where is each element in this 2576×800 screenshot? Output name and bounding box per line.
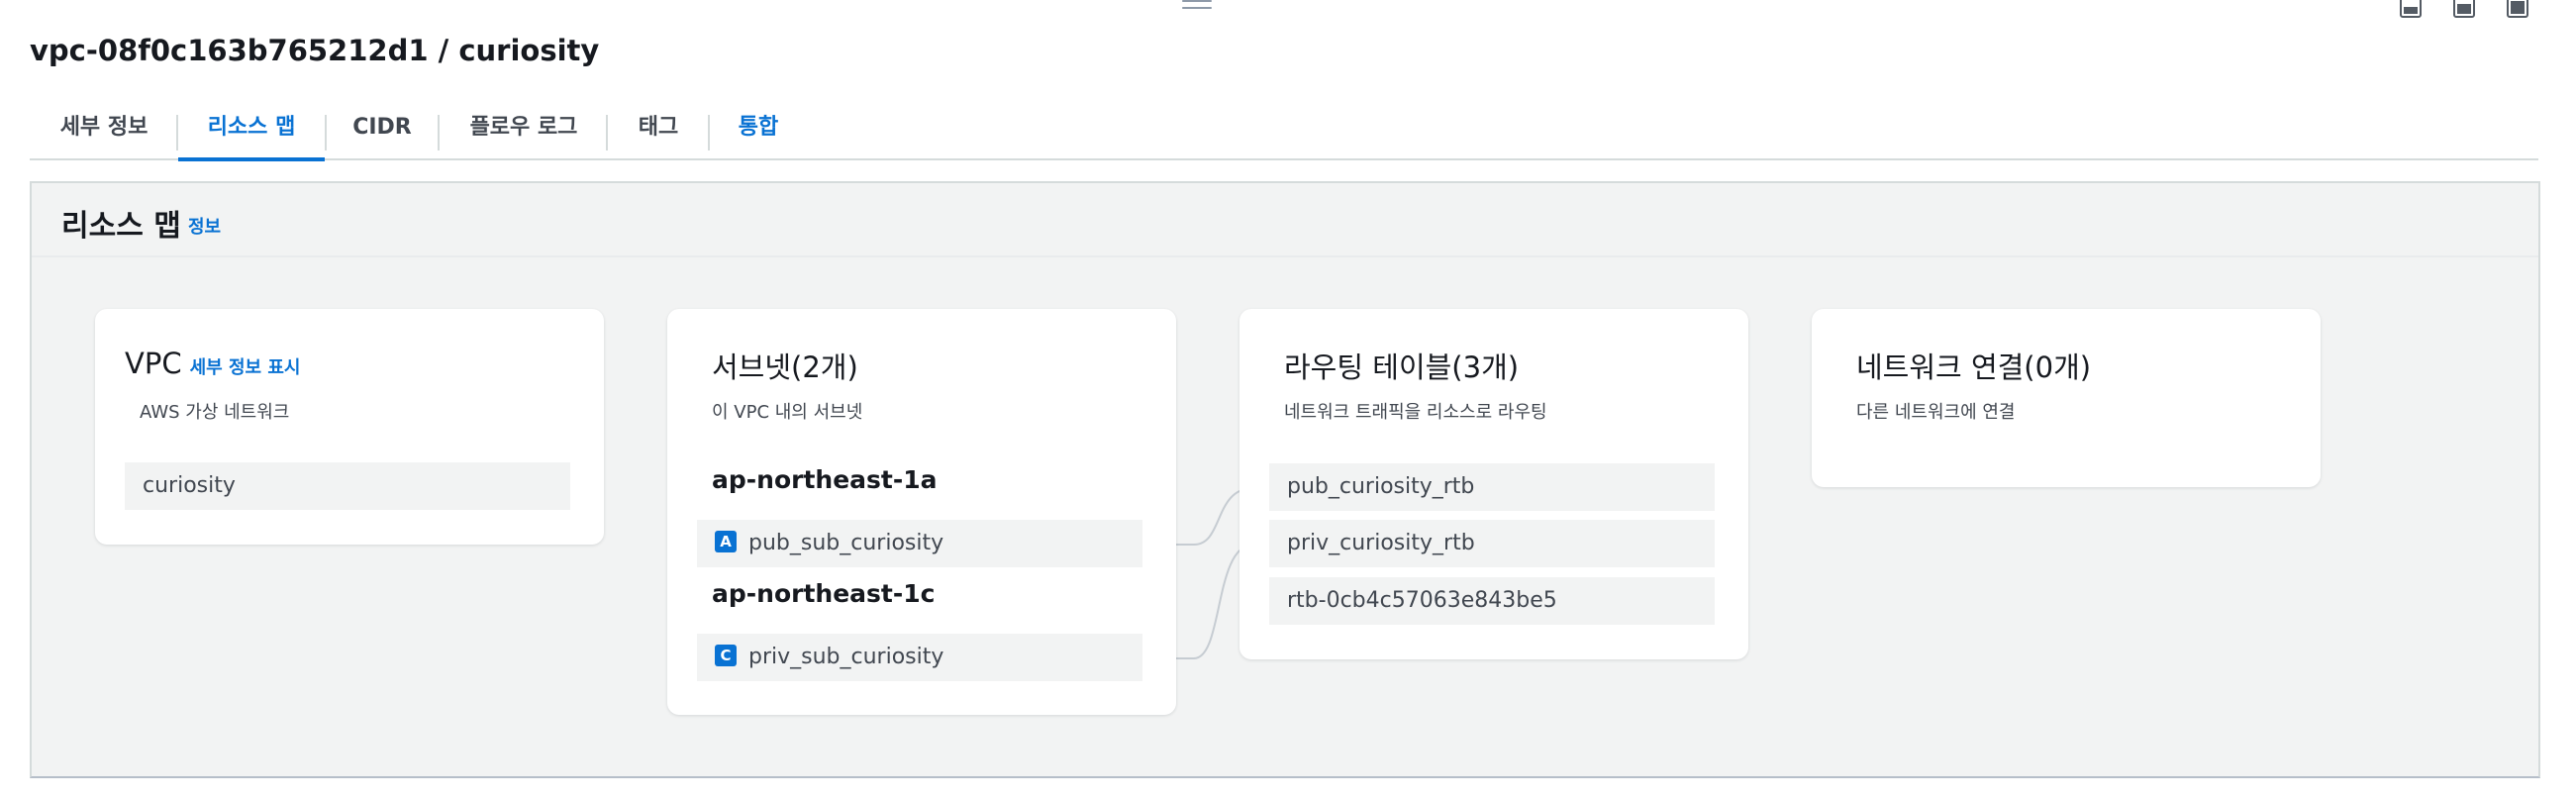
info-link[interactable]: 정보: [188, 213, 221, 239]
subnet-name: pub_sub_curiosity: [748, 531, 944, 555]
tab-tags[interactable]: 태그: [608, 105, 709, 160]
route-tables-card-title: 라우팅 테이블(3개): [1284, 350, 1520, 384]
subnets-card-subtitle: 이 VPC 내의 서브넷: [712, 402, 863, 423]
network-connections-card-title: 네트워크 연결(0개): [1856, 350, 2092, 384]
az-heading: ap-northeast-1a: [712, 465, 938, 494]
az-heading: ap-northeast-1c: [712, 579, 936, 608]
subnets-card-title: 서브넷(2개): [712, 350, 858, 384]
vpc-card-title: VPC 세부 정보 표시: [125, 347, 300, 380]
vpc-details-panel: vpc-08f0c163b765212d1 / curiosity 세부 정보 …: [0, 0, 2576, 800]
vpc-card-subtitle: AWS 가상 네트워크: [140, 402, 290, 423]
network-connections-card-subtitle: 다른 네트워크에 연결: [1856, 402, 2016, 423]
tab-list: 세부 정보 리소스 맵 CIDR 플로우 로그 태그 통합: [30, 105, 2538, 161]
page-title: vpc-08f0c163b765212d1 / curiosity: [30, 34, 600, 67]
route-tables-card-subtitle: 네트워크 트래픽을 리소스로 라우팅: [1284, 402, 1547, 423]
route-table-item[interactable]: rtb-0cb4c57063e843be5: [1269, 577, 1715, 625]
resource-map-container: 리소스 맵 정보 VPC 세부 정보 표시 AWS 가상 네트워크 curiosi…: [30, 181, 2540, 778]
subnets-card: 서브넷(2개) 이 VPC 내의 서브넷 ap-northeast-1a Apu…: [667, 309, 1176, 715]
tab-flow-logs[interactable]: 플로우 로그: [440, 105, 608, 160]
route-table-item[interactable]: pub_curiosity_rtb: [1269, 463, 1715, 511]
subnet-name: priv_sub_curiosity: [748, 645, 944, 669]
panel-full-icon[interactable]: [2507, 0, 2528, 18]
tab-resource-map[interactable]: 리소스 맵: [178, 105, 325, 161]
az-badge: A: [715, 531, 737, 552]
show-details-link[interactable]: 세부 정보 표시: [190, 357, 301, 378]
panel-resize-handle[interactable]: [1182, 0, 1212, 12]
tab-integrations[interactable]: 통합: [709, 105, 808, 160]
resource-map-title: 리소스 맵: [61, 209, 181, 244]
vpc-item[interactable]: curiosity: [125, 462, 570, 510]
panel-split-bottom-icon[interactable]: [2400, 0, 2422, 18]
az-badge: C: [715, 645, 737, 666]
network-connections-card: 네트워크 연결(0개) 다른 네트워크에 연결: [1812, 309, 2321, 487]
vpc-card: VPC 세부 정보 표시 AWS 가상 네트워크 curiosity: [95, 309, 604, 545]
subnet-item[interactable]: Apub_sub_curiosity: [697, 520, 1142, 567]
vpc-card-label: VPC: [125, 347, 182, 380]
panel-split-side-icon[interactable]: [2453, 0, 2475, 18]
tab-cidr[interactable]: CIDR: [325, 105, 440, 160]
resource-map-header: 리소스 맵 정보: [32, 183, 2538, 257]
route-table-item[interactable]: priv_curiosity_rtb: [1269, 520, 1715, 567]
subnet-item[interactable]: Cpriv_sub_curiosity: [697, 634, 1142, 681]
route-tables-card: 라우팅 테이블(3개) 네트워크 트래픽을 리소스로 라우팅 pub_curio…: [1239, 309, 1748, 659]
tab-details[interactable]: 세부 정보: [30, 105, 178, 160]
